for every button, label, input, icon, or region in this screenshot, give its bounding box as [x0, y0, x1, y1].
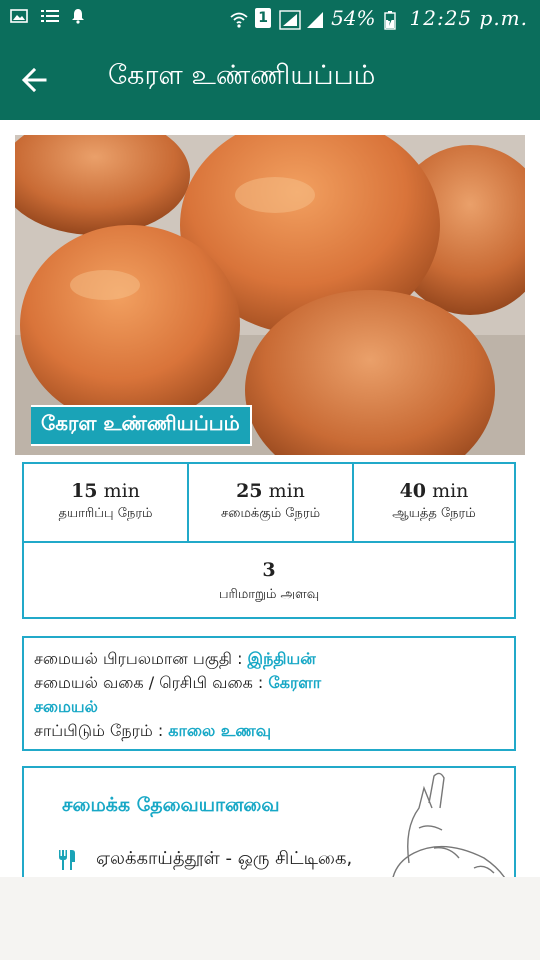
category-label: சமையல் வகை / ரெசிபி வகை : [34, 673, 269, 692]
category-value: கேரளா [268, 673, 322, 692]
prep-time-label: தயாரிப்பு நேரம் [58, 506, 153, 521]
bell-icon [70, 8, 88, 24]
battery-charging-icon [383, 10, 402, 30]
cook-time: 25 min சமைக்கும் நேரம் [189, 464, 352, 541]
ingredient-item: ஏலக்காய்த்தூள் - ஒரு சிட்டிகை, [58, 848, 352, 871]
bottom-blank-area [0, 877, 540, 960]
category-value-cont: சமையல் [34, 697, 98, 716]
cuisine-label: சமையல் பிரபலமான பகுதி : [34, 649, 248, 668]
image-caption: கேரள உண்ணியப்பம் [31, 405, 252, 446]
ready-time: 40 min ஆயத்த நேரம் [354, 464, 514, 541]
battery-percent: 54% [331, 6, 376, 30]
ready-time-label: ஆயத்த நேரம் [392, 506, 476, 521]
recipe-info: சமையல் பிரபலமான பகுதி : இந்தியன் சமையல் … [22, 636, 516, 751]
cuisine-value: இந்தியன் [247, 649, 316, 668]
signal-bars-icon [305, 10, 324, 28]
status-time: 12:25 p.m. [409, 6, 528, 30]
ingredient-text: ஏலக்காய்த்தூள் - ஒரு சிட்டிகை, [96, 848, 353, 869]
chef-illustration [392, 772, 505, 877]
cook-time-unit: min [268, 480, 305, 502]
meal-time-value: காலை உணவு [168, 721, 272, 740]
cook-time-label: சமைக்கும் நேரம் [220, 506, 321, 521]
recipe-times: 15 min தயாரிப்பு நேரம் 25 min சமைக்கும் … [22, 462, 516, 619]
ready-time-unit: min [432, 480, 469, 502]
servings-label: பரிமாறும் அளவு [218, 587, 320, 602]
ingredients-section: சமைக்க தேவையானவை ஏலக்காய்த்தூள் - ஒரு சி… [22, 766, 516, 877]
meal-time-label: சாப்பிடும் நேரம் : [34, 721, 169, 740]
back-button[interactable] [14, 60, 54, 100]
ingredients-title: சமைக்க தேவையானவை [62, 794, 280, 816]
sim-icon: 1 [255, 8, 272, 28]
servings: 3 பரிமாறும் அளவு [24, 543, 514, 603]
prep-time: 15 min தயாரிப்பு நேரம் [24, 464, 187, 541]
arrow-back-icon [21, 67, 47, 93]
ready-time-value: 40 [399, 480, 427, 502]
recipe-image: கேரள உண்ணியப்பம் [15, 135, 525, 455]
status-bar: 1 54% 12:25 p.m. [0, 0, 540, 38]
fork-knife-icon [59, 849, 75, 870]
prep-time-unit: min [103, 480, 140, 502]
list-notification-icon [40, 8, 59, 24]
signal-icon [279, 10, 301, 30]
cook-time-value: 25 [236, 480, 263, 502]
app-bar: கேரள உண்ணியப்பம் [0, 38, 540, 120]
page-title: கேரள உண்ணியப்பம் [108, 60, 376, 91]
wifi-icon [229, 10, 248, 28]
prep-time-value: 15 [71, 480, 98, 502]
recipe-scroll-content[interactable]: கேரள உண்ணியப்பம் 15 min தயாரிப்பு நேரம் … [0, 120, 540, 877]
image-notification-icon [10, 8, 28, 24]
servings-value: 3 [262, 559, 276, 581]
